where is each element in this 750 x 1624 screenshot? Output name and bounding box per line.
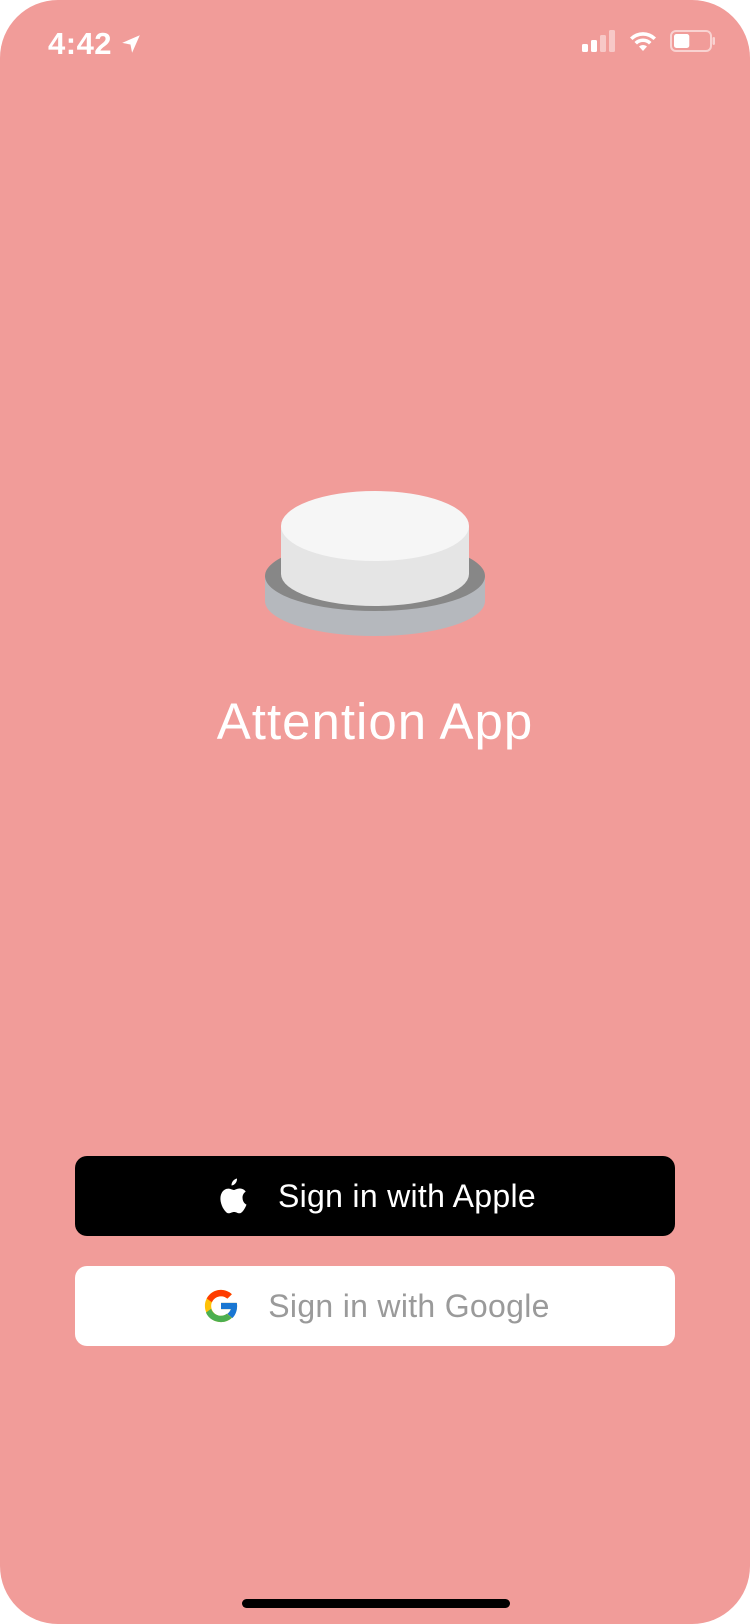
wifi-icon <box>630 32 656 51</box>
apple-button-label: Sign in with Apple <box>277 1177 536 1214</box>
status-bar: 4:42 <box>0 0 750 92</box>
big-button-icon <box>265 491 485 636</box>
battery-icon <box>670 30 715 52</box>
location-arrow-icon <box>122 35 140 53</box>
status-time: 4:42 <box>48 26 142 62</box>
app-title: Attention App <box>216 693 534 750</box>
cellular-signal-icon <box>582 30 615 52</box>
google-logo-icon <box>205 1289 239 1323</box>
sign-in-with-google-button[interactable]: Sign in with Google <box>75 1266 675 1346</box>
apple-logo-icon <box>220 1178 247 1214</box>
home-indicator <box>242 1599 510 1608</box>
status-time-label: 4:42 <box>48 26 113 61</box>
screen: 4:42 Attention App Sign in with Apple Si… <box>0 0 750 1624</box>
google-button-label: Sign in with Google <box>268 1287 550 1324</box>
sign-in-with-apple-button[interactable]: Sign in with Apple <box>75 1156 675 1236</box>
status-indicators <box>582 30 716 52</box>
